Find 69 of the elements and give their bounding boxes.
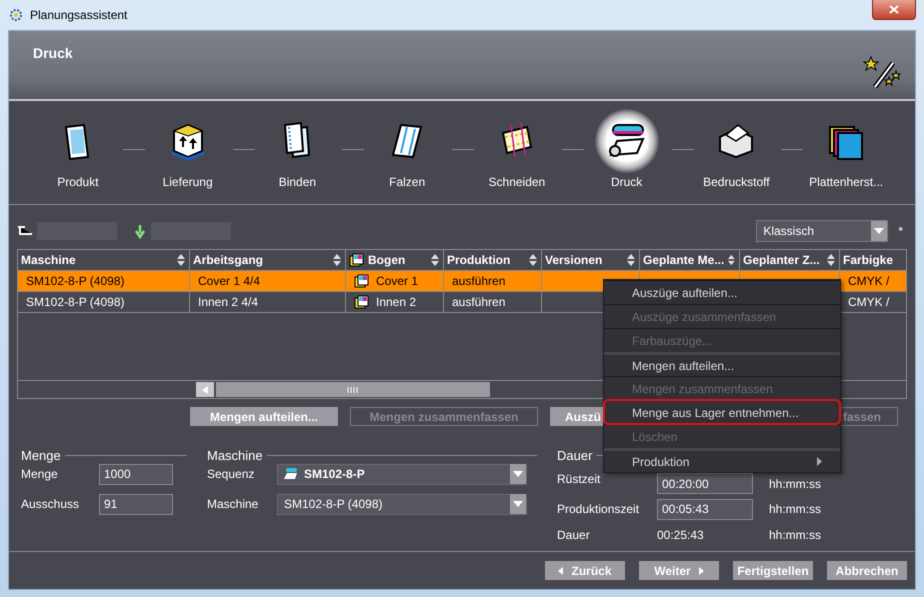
printer-icon [284, 468, 298, 480]
gear-icon [8, 7, 24, 23]
table-cell: SM102-8-P (4098) [18, 292, 190, 313]
hierarchy-icon [17, 225, 33, 237]
step-label[interactable]: Schneiden [488, 175, 546, 189]
unit-label: hh:mm:ss [769, 502, 822, 516]
table-cell: Cover 1 [346, 271, 444, 292]
sort-icon [176, 253, 186, 267]
table-cell: Innen 2 4/4 [190, 292, 346, 313]
sort-icon [626, 253, 636, 267]
right-arrow-icon [698, 566, 704, 574]
scrollbar-thumb[interactable] [216, 382, 490, 397]
field-label: Dauer [557, 528, 591, 542]
table-cell: SM102-8-P (4098) [18, 271, 190, 292]
field-label: Ausschuss [21, 497, 80, 511]
group-title: Maschine [207, 448, 263, 463]
step-label[interactable]: Lieferung [162, 175, 213, 189]
sheets-icon [349, 253, 365, 267]
machine-select[interactable]: SM102-8-P (4098) [277, 494, 527, 514]
step-label[interactable]: Falzen [389, 175, 426, 189]
sheets-icon [354, 274, 370, 288]
sort-icon [430, 253, 440, 267]
field-label: Maschine [207, 497, 260, 511]
step-label[interactable]: Binden [278, 175, 316, 189]
sort-icon [528, 253, 538, 267]
number-field[interactable]: 1000 [99, 464, 173, 484]
time-field[interactable]: 00:05:43 [657, 498, 753, 520]
modified-mark: * [898, 224, 903, 238]
sort-icon [727, 253, 736, 267]
view-select[interactable]: Klassisch [756, 220, 888, 242]
menu-item[interactable]: Auszüge aufteilen... [604, 280, 840, 304]
table-cell: Cover 1 4/4 [190, 271, 346, 292]
menu-item[interactable]: Produktion [604, 448, 840, 472]
unit-label: hh:mm:ss [769, 528, 822, 542]
field-label: Produktionszeit [557, 502, 640, 516]
dropdown-arrow-icon [513, 471, 523, 477]
submenu-arrow-icon [817, 457, 822, 466]
sort-icon [332, 253, 342, 267]
menu-item[interactable]: Menge aus Lager entnehmen... [604, 400, 840, 424]
field-label: Sequenz [207, 467, 256, 481]
table-cell: ausführen [444, 271, 542, 292]
field-label: Menge [21, 467, 59, 481]
field-label: Rüstzeit [557, 472, 602, 486]
step-label[interactable]: Bedruckstoff [703, 175, 770, 189]
page-title: Druck [33, 45, 73, 63]
window-title: Planungsassistent [30, 8, 128, 22]
close-icon [889, 5, 899, 14]
table-cell: ausführen [444, 292, 542, 313]
group-title: Menge [21, 448, 61, 463]
sort-icon [826, 253, 836, 267]
table-cell: CMYK / [840, 271, 906, 292]
time-value: 00:25:43 [657, 528, 705, 542]
table-cell: Innen 2 [346, 292, 444, 313]
close-button[interactable] [872, 0, 916, 20]
sheets-icon [354, 295, 370, 309]
left-arrow-icon [558, 566, 564, 574]
unit-label: hh:mm:ss [769, 476, 822, 490]
step-label[interactable]: Druck [610, 175, 642, 189]
step-label[interactable]: Plattenherst... [809, 175, 884, 189]
step-label[interactable]: Produkt [57, 175, 99, 189]
left-arrow-icon [202, 386, 208, 394]
number-field[interactable]: 91 [99, 494, 173, 514]
dropdown-arrow-icon [874, 228, 884, 234]
dropdown-arrow-icon [513, 501, 523, 507]
menu-item[interactable]: Mengen aufteilen... [604, 352, 840, 376]
group-title: Dauer [557, 448, 592, 463]
down-arrow-icon [133, 223, 147, 239]
machine-select[interactable]: SM102-8-P [277, 464, 527, 484]
time-field[interactable]: 00:20:00 [657, 473, 753, 494]
